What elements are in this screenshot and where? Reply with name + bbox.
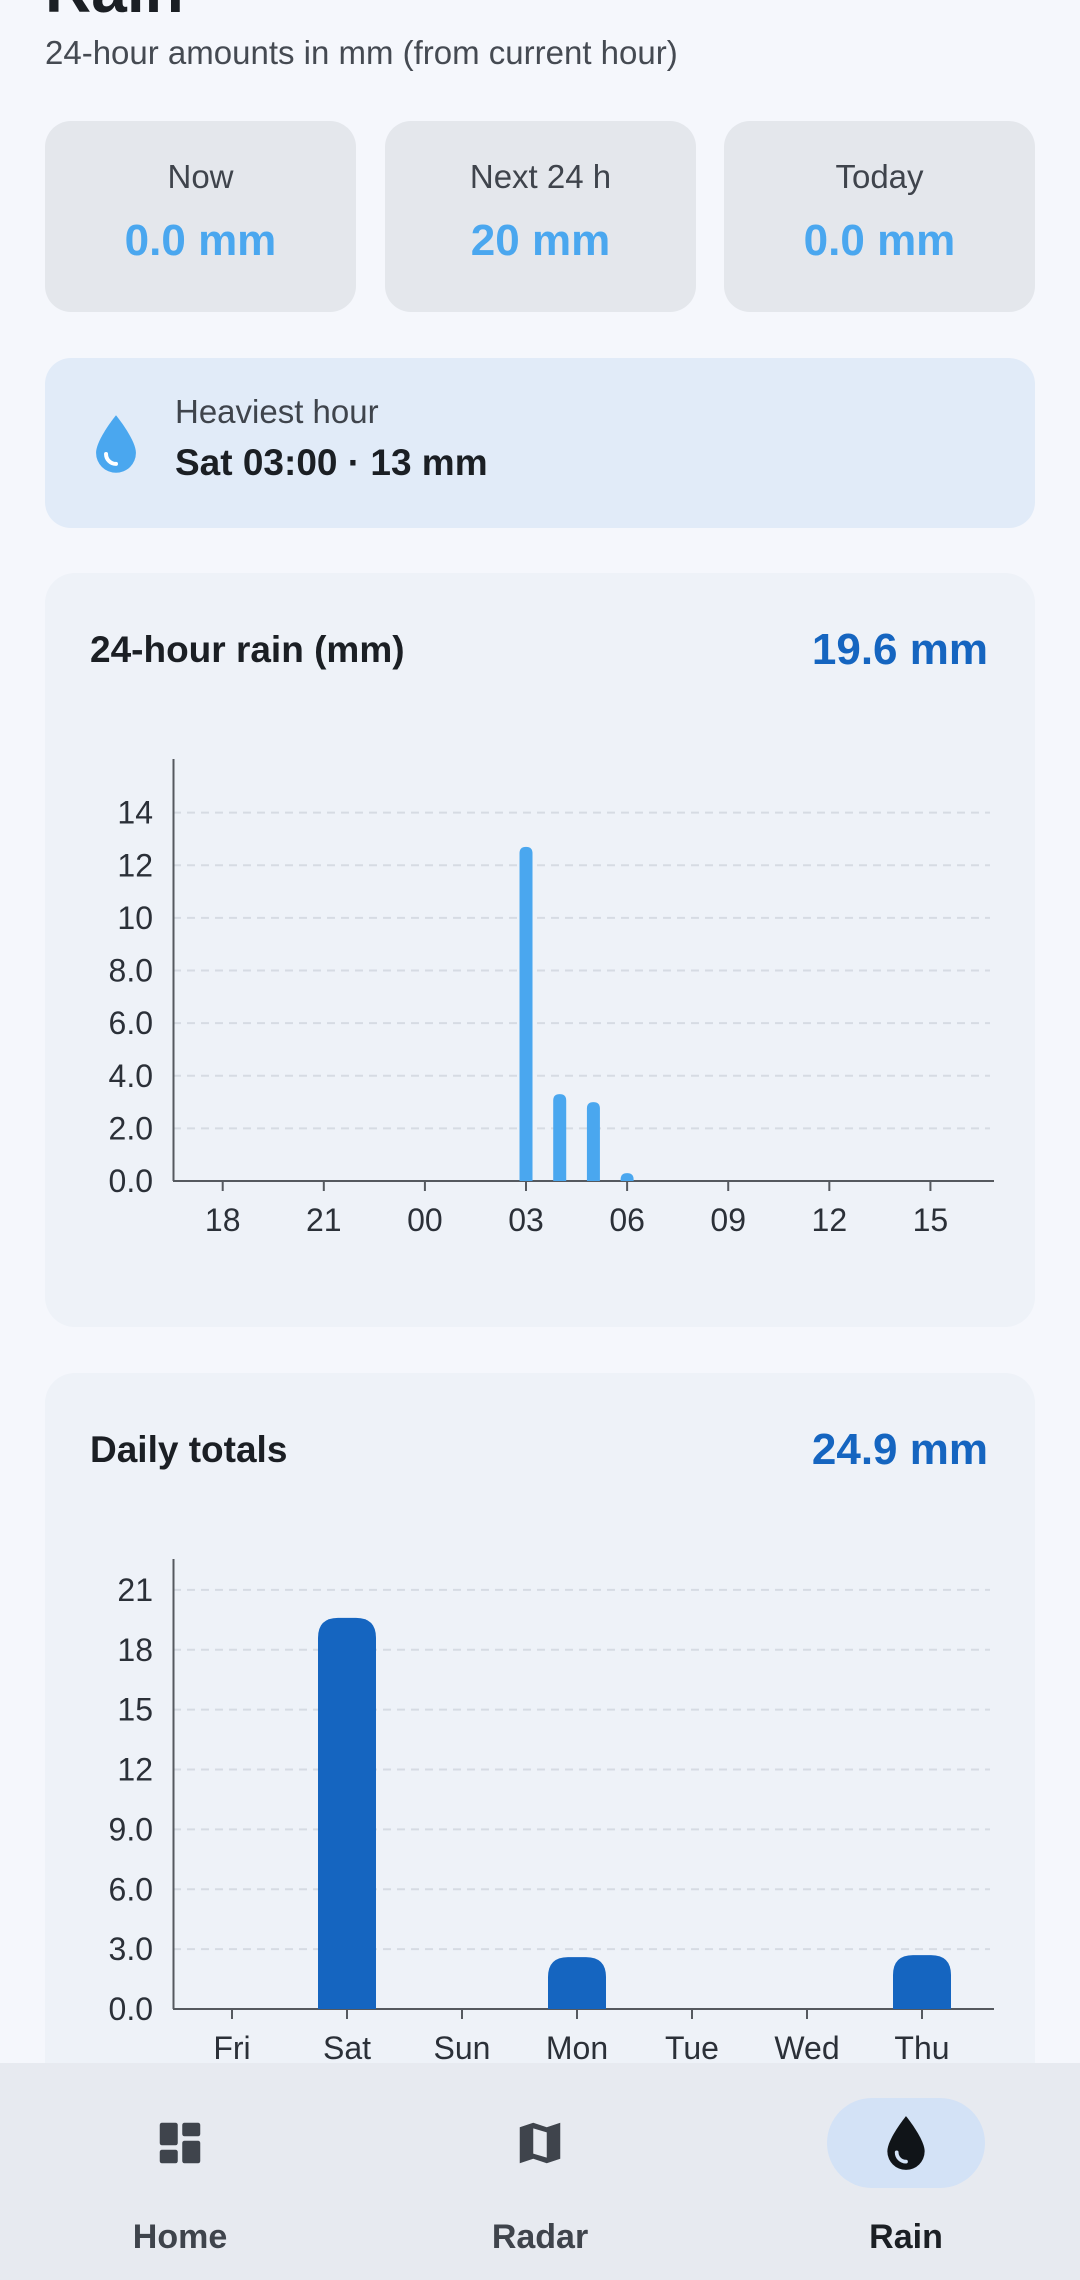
x-tick-label: 00	[407, 1202, 443, 1238]
x-tick-label: 18	[205, 1202, 241, 1238]
nav-item-radar[interactable]: Radar	[360, 2063, 720, 2280]
x-tick-label: 15	[913, 1202, 949, 1238]
heaviest-hour-card: Heaviest hour Sat 03:00 · 13 mm	[45, 358, 1035, 528]
y-tick-label: 12	[117, 847, 153, 883]
nav-item-home[interactable]: Home	[0, 2063, 360, 2280]
stat-card-now: Now 0.0 mm	[45, 121, 356, 312]
daily-chart-total: 24.9 mm	[811, 1425, 988, 1474]
stat-label: Now	[167, 158, 234, 195]
nav-item-rain[interactable]: Rain	[726, 2063, 1080, 2280]
x-tick-label: Sat	[323, 2030, 371, 2066]
daily-totals-card: Daily totals 24.9 mm 0.0 3.0 6.0 9.0 12 15 18 2…	[45, 1373, 1035, 2093]
y-tick-label: 10	[117, 900, 153, 936]
stat-card-today: Today 0.0 mm	[724, 121, 1035, 312]
nav-icon-container	[461, 2098, 619, 2188]
bottom-navigation: Home Radar Rain	[0, 2063, 1080, 2280]
stat-card-next-24h: Next 24 h 20 mm	[385, 121, 696, 312]
y-tick-label: 4.0	[109, 1058, 153, 1094]
hourly-chart-title: 24-hour rain (mm)	[90, 629, 405, 670]
y-tick-label: 0.0	[109, 1991, 153, 2027]
daily-bar	[318, 1617, 376, 2009]
y-tick-label: 6.0	[109, 1005, 153, 1041]
x-tick-label: 21	[306, 1202, 342, 1238]
hourly-chart-total: 19.6 mm	[811, 625, 988, 674]
y-tick-label: 18	[117, 1632, 153, 1668]
x-tick-label: 09	[710, 1202, 746, 1238]
x-tick-label: Thu	[894, 2030, 949, 2066]
map-icon	[519, 2122, 561, 2164]
stat-label: Today	[835, 158, 924, 195]
y-tick-label: 0.0	[109, 1163, 153, 1199]
nav-label-rain: Rain	[869, 2218, 943, 2256]
y-tick-label: 15	[117, 1692, 153, 1728]
y-tick-label: 3.0	[109, 1931, 153, 1967]
nav-icon-container	[827, 2098, 985, 2188]
x-tick-label: Fri	[213, 2030, 250, 2066]
hourly-bar	[586, 1102, 600, 1181]
stat-value: 0.0 mm	[803, 216, 956, 265]
x-tick-label: Tue	[665, 2030, 719, 2066]
dashboard-icon	[159, 2122, 201, 2164]
y-tick-label: 9.0	[109, 1811, 153, 1847]
hourly-rain-card: 24-hour rain (mm) 19.6 mm 0.0 2.0 4.0 6.0 8.…	[45, 573, 1035, 1327]
x-tick-label: Sun	[434, 2030, 491, 2066]
stat-value: 20 mm	[470, 216, 611, 265]
heaviest-hour-value: Sat 03:00 · 13 mm	[175, 442, 488, 483]
nav-label-radar: Radar	[491, 2218, 589, 2256]
page-title: Rain	[45, 0, 184, 22]
stat-value: 0.0 mm	[124, 216, 277, 265]
x-tick-label: Mon	[546, 2030, 608, 2066]
hourly-bar	[553, 1094, 567, 1181]
water-drop-icon	[96, 415, 136, 473]
x-tick-label: 06	[609, 1202, 645, 1238]
y-tick-label: 8.0	[109, 953, 153, 989]
daily-bar	[548, 1957, 606, 2009]
hourly-bar	[620, 1173, 634, 1181]
y-tick-label: 21	[117, 1572, 153, 1608]
page-subtitle: 24-hour amounts in mm (from current hour…	[45, 34, 678, 71]
x-tick-label: 12	[812, 1202, 848, 1238]
daily-bar	[893, 1955, 951, 2009]
nav-icon-container	[101, 2098, 259, 2188]
nav-label-home: Home	[132, 2218, 228, 2256]
y-tick-label: 2.0	[109, 1110, 153, 1146]
y-tick-label: 14	[117, 795, 153, 831]
x-tick-label: Wed	[774, 2030, 839, 2066]
stat-label: Next 24 h	[469, 158, 612, 195]
y-tick-label: 12	[117, 1752, 153, 1788]
hourly-bar	[519, 846, 533, 1181]
water-drop-icon	[887, 2116, 925, 2170]
heaviest-hour-label: Heaviest hour	[175, 393, 379, 430]
daily-totals-chart: 0.0 3.0 6.0 9.0 12 15 18 21 Fri Sat Sun Mon Tue Wed Th…	[109, 1559, 994, 2066]
daily-chart-title: Daily totals	[90, 1429, 288, 1470]
hourly-rain-chart: 0.0 2.0 4.0 6.0 8.0 10 12 14 18 21 00 03 06 09 12 15	[109, 759, 994, 1238]
y-tick-label: 6.0	[109, 1871, 153, 1907]
x-tick-label: 03	[508, 1202, 544, 1238]
